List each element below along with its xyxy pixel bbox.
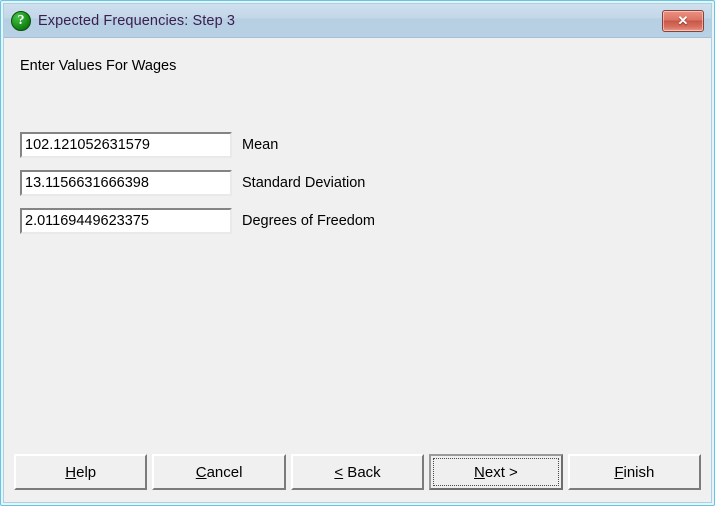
back-button-label: < Back xyxy=(334,463,381,481)
next-button-label: Next > xyxy=(474,463,518,481)
close-icon: ✕ xyxy=(677,13,689,28)
degrees-of-freedom-input[interactable] xyxy=(20,208,232,234)
help-button-label: Help xyxy=(65,463,97,481)
field-row-standard-deviation: Standard Deviation xyxy=(20,170,365,196)
cancel-button-label: Cancel xyxy=(195,463,243,481)
window-title: Expected Frequencies: Step 3 xyxy=(38,12,236,29)
dialog-client-area: Enter Values For Wages Mean Standard Dev… xyxy=(4,38,711,502)
prompt-label: Enter Values For Wages xyxy=(20,58,177,74)
question-mark-icon: ? xyxy=(11,10,31,31)
mean-label: Mean xyxy=(242,137,279,153)
degrees-of-freedom-label: Degrees of Freedom xyxy=(242,213,375,229)
field-row-degrees-of-freedom: Degrees of Freedom xyxy=(20,208,375,234)
close-button[interactable]: ✕ xyxy=(662,9,704,32)
back-button[interactable]: < Back xyxy=(290,454,425,490)
dialog-window-inner: ? Expected Frequencies: Step 3 ✕ Enter V… xyxy=(3,3,712,503)
standard-deviation-label: Standard Deviation xyxy=(242,175,366,191)
title-bar: ? Expected Frequencies: Step 3 ✕ xyxy=(4,4,711,38)
finish-button-label: Finish xyxy=(614,463,655,481)
mean-input[interactable] xyxy=(20,132,232,158)
next-button[interactable]: Next > xyxy=(429,454,563,490)
standard-deviation-input[interactable] xyxy=(20,170,232,196)
help-button[interactable]: Help xyxy=(14,454,148,490)
dialog-window: ? Expected Frequencies: Step 3 ✕ Enter V… xyxy=(0,0,715,506)
finish-button[interactable]: Finish xyxy=(567,454,702,490)
field-row-mean: Mean xyxy=(20,132,278,158)
cancel-button[interactable]: Cancel xyxy=(152,454,286,490)
dialog-button-bar: Help Cancel < Back Next > Finish xyxy=(4,452,711,492)
question-mark-icon-glyph: ? xyxy=(17,12,25,28)
